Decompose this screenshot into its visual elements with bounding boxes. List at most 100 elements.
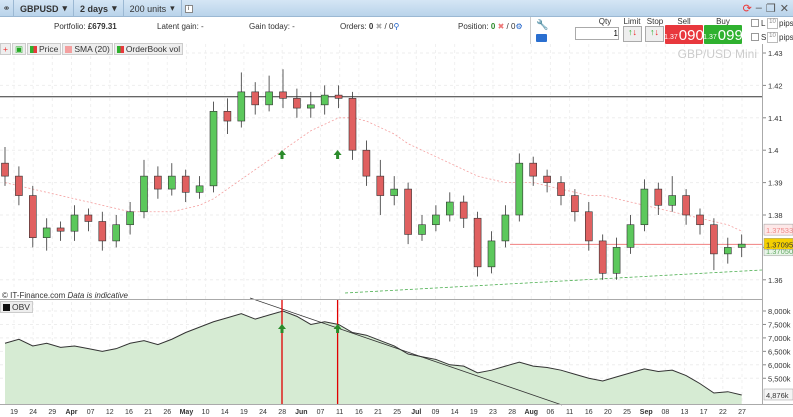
- candle: [195, 185, 204, 193]
- price-tick-label: 1.41: [768, 114, 783, 123]
- legend-obv[interactable]: OBV: [0, 301, 33, 313]
- candle: [154, 175, 162, 190]
- candle: [209, 111, 218, 187]
- candle: [362, 149, 371, 177]
- candle: [376, 175, 385, 196]
- candle: [42, 227, 51, 238]
- date-label: May: [180, 409, 194, 416]
- sma-swatch: [65, 45, 73, 53]
- candle: [237, 91, 246, 122]
- date-label: 16: [355, 409, 363, 416]
- candle: [584, 211, 593, 242]
- obv-tick-label: 6,500k: [768, 347, 791, 356]
- date-label: 23: [489, 409, 497, 416]
- candle: [473, 217, 482, 268]
- candle: [251, 91, 259, 106]
- candle: [1, 162, 9, 177]
- candle: [112, 224, 120, 242]
- sma-tag-text: 1.37533: [766, 226, 793, 235]
- price-tick-label: 1.43: [768, 49, 783, 58]
- orderbook-swatch: [116, 45, 124, 53]
- candle: [98, 221, 107, 242]
- date-label: 28: [508, 409, 516, 416]
- candle: [28, 195, 37, 238]
- candle: [696, 214, 704, 226]
- watermark: GBP/USD Mini: [678, 47, 757, 61]
- source-text: © IT-Finance.com: [2, 291, 66, 300]
- candle: [168, 175, 176, 190]
- date-label: 14: [221, 409, 229, 416]
- obv-legend: OBV: [0, 301, 33, 313]
- candle: [640, 188, 649, 226]
- date-label: Apr: [65, 409, 77, 416]
- legend-obv-label: OBV: [12, 302, 30, 312]
- candle: [320, 94, 329, 106]
- candle: [557, 182, 565, 196]
- candle: [710, 224, 718, 255]
- date-label: 24: [259, 409, 267, 416]
- sma-line: [4, 117, 742, 232]
- date-label: 19: [10, 409, 18, 416]
- price-tick-label: 1.38: [768, 211, 783, 220]
- candle: [56, 227, 65, 232]
- add-panel-button[interactable]: ▣: [11, 43, 26, 55]
- date-label: 20: [604, 409, 612, 416]
- date-label: Sep: [640, 409, 653, 416]
- candle: [459, 201, 468, 219]
- indicator-legend: + ▣ Price SMA (20) OrderBook vol: [0, 43, 184, 55]
- candle: [529, 162, 538, 177]
- candle: [668, 195, 677, 206]
- date-label: Jun: [295, 409, 307, 416]
- candle: [70, 214, 79, 232]
- candle: [265, 91, 273, 106]
- candle: [487, 240, 496, 268]
- date-label: 25: [393, 409, 401, 416]
- date-label: 16: [125, 409, 133, 416]
- candle: [515, 162, 524, 216]
- date-label: 29: [48, 409, 56, 416]
- candle: [598, 240, 607, 274]
- price-tick-label: 1.39: [768, 179, 783, 188]
- date-label: 16: [585, 409, 593, 416]
- legend-orderbook[interactable]: OrderBook vol: [113, 43, 184, 55]
- candle: [390, 188, 399, 196]
- candle: [223, 111, 232, 122]
- date-label: 17: [700, 409, 708, 416]
- legend-sma[interactable]: SMA (20): [62, 43, 113, 55]
- support-trendline[interactable]: [344, 269, 763, 294]
- date-label: 11: [336, 409, 343, 416]
- date-label: Aug: [524, 409, 538, 416]
- obv-tick-label: 7,500k: [768, 320, 791, 329]
- date-label: 09: [432, 409, 440, 416]
- date-label: 28: [278, 409, 286, 416]
- date-label: 22: [719, 409, 727, 416]
- price-tick-label: 1.4: [768, 146, 778, 155]
- date-label: 07: [87, 409, 95, 416]
- candle: [445, 201, 454, 216]
- candle: [334, 94, 343, 99]
- bid-tag-text: 1.37095: [766, 240, 793, 249]
- candle: [543, 175, 551, 183]
- candle: [654, 188, 663, 206]
- candle: [293, 98, 301, 109]
- add-indicator-button[interactable]: +: [0, 43, 11, 55]
- price-chart[interactable]: GBP/USD Mini 1.43 1.42 1.41 1.4 1.39 1.38 1.37…: [0, 0, 793, 417]
- candle: [15, 175, 23, 196]
- candle: [571, 195, 579, 213]
- obv-tick-label: 6,000k: [768, 361, 791, 370]
- date-label: Jul: [411, 409, 421, 416]
- date-label: 11: [566, 409, 573, 416]
- candle: [418, 224, 426, 235]
- legend-price[interactable]: Price: [27, 43, 62, 55]
- obv-current-tag-text: 4,876k: [766, 391, 789, 400]
- date-label: 25: [623, 409, 631, 416]
- obv-tick-label: 7,000k: [768, 334, 791, 343]
- candle: [682, 195, 690, 216]
- footnote: © IT-Finance.com Data is indicative: [2, 291, 128, 300]
- candle: [626, 224, 635, 248]
- candle: [84, 214, 93, 222]
- date-label: 26: [163, 409, 171, 416]
- date-label: 14: [451, 409, 459, 416]
- legend-price-label: Price: [39, 44, 59, 54]
- obv-tick-label: 8,000k: [768, 307, 791, 316]
